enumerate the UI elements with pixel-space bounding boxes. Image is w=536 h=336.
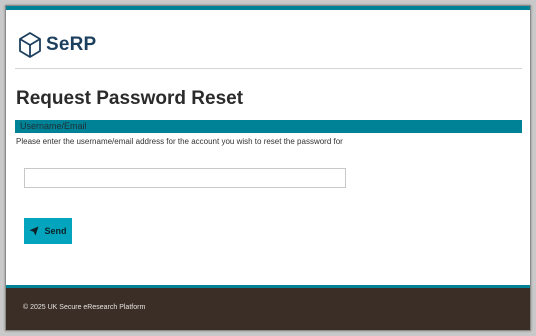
send-button-label: Send — [44, 226, 67, 236]
footer: © 2025 UK Secure eResearch Platform — [6, 288, 530, 330]
top-accent-bar — [6, 6, 530, 10]
footer-copyright: © 2025 UK Secure eResearch Platform — [23, 304, 146, 311]
cube-logo-icon — [19, 32, 41, 58]
page-title: Request Password Reset — [16, 88, 244, 109]
username-email-label: Username/Email — [15, 120, 522, 133]
send-button[interactable]: Send — [24, 218, 72, 244]
paper-plane-icon — [29, 226, 39, 236]
username-email-input[interactable] — [24, 168, 346, 188]
site-logo[interactable]: SeRP — [17, 28, 96, 62]
header-divider — [15, 68, 522, 69]
browser-window: SeRP Request Password Reset Username/Ema… — [5, 5, 531, 331]
instructions-text: Please enter the username/email address … — [16, 137, 343, 146]
logo-text: SeRP — [46, 34, 97, 55]
